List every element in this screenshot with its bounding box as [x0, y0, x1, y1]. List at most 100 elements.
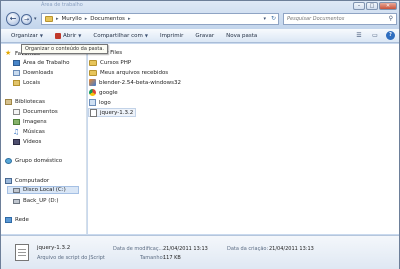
nav-music[interactable]: ♫ Músicas: [13, 128, 45, 136]
hard-drive-icon: [13, 187, 20, 193]
help-icon[interactable]: ?: [386, 31, 395, 40]
address-dropdown-icon[interactable]: ▾: [263, 16, 266, 22]
minimize-button[interactable]: –: [353, 2, 365, 10]
nav-computer[interactable]: Computador: [5, 177, 49, 185]
details-created-label: Data da criação:: [227, 246, 269, 252]
details-size-value: 117 KB: [163, 255, 181, 261]
title-bar: Área de trabalho – □ ✕ ← → ▾ ▸ Muryllo ▸…: [1, 1, 399, 29]
preview-pane-icon[interactable]: ▭: [370, 31, 380, 40]
network-icon: [5, 217, 12, 223]
blender-app-icon: [89, 79, 96, 86]
search-icon[interactable]: ⚲: [389, 15, 393, 22]
nav-local-disk-label: Disco Local (C:): [23, 187, 66, 193]
nav-homegroup-label: Grupo doméstico: [15, 158, 63, 164]
open-app-icon: [54, 32, 61, 39]
folder-icon: [89, 59, 97, 66]
file-list: ll User Files Cursos PHP Meus arquivos r…: [88, 44, 399, 234]
nav-libraries-label: Bibliotecas: [15, 99, 46, 105]
nav-local-disk[interactable]: Disco Local (C:): [7, 186, 79, 194]
burn-label: Gravar: [195, 32, 215, 39]
nav-documents-label: Documentos: [23, 109, 58, 115]
folder-icon: [89, 69, 97, 76]
nav-downloads[interactable]: Downloads: [13, 69, 53, 77]
videos-icon: [13, 139, 20, 145]
forward-arrow-icon: →: [23, 16, 30, 23]
nav-network-label: Rede: [15, 217, 29, 223]
nav-pictures[interactable]: Imagens: [13, 118, 47, 126]
list-item[interactable]: jquery-1.3.2: [88, 108, 137, 117]
list-item[interactable]: logo: [88, 98, 113, 107]
open-button[interactable]: Abrir ▼: [49, 29, 87, 43]
window-title: Área de trabalho: [41, 2, 83, 8]
nav-network[interactable]: Rede: [5, 216, 29, 224]
nav-videos[interactable]: Vídeos: [13, 138, 41, 146]
music-note-icon: ♫: [13, 128, 20, 136]
nav-documents[interactable]: Documentos: [13, 108, 58, 116]
window-controls: – □ ✕: [353, 2, 397, 10]
print-button[interactable]: Imprimir: [154, 29, 189, 43]
open-label: Abrir: [62, 32, 77, 39]
address-bar[interactable]: ▸ Muryllo ▸ Documentos ▸ ▾ ↻: [41, 13, 279, 25]
downloads-icon: [13, 70, 20, 76]
desktop-icon: [13, 60, 20, 66]
script-file-icon: [15, 244, 29, 261]
list-item[interactable]: google: [88, 88, 120, 97]
nav-backup-label: Back_UP (D:): [23, 198, 59, 204]
burn-button[interactable]: Gravar: [189, 29, 220, 43]
view-options-icon[interactable]: ☰: [354, 31, 364, 40]
maximize-button[interactable]: □: [366, 2, 378, 10]
organize-label: Organizar: [11, 32, 38, 39]
share-with-button[interactable]: Compartilhar com ▼: [87, 29, 154, 43]
search-box[interactable]: ⚲: [283, 13, 397, 25]
nav-music-label: Músicas: [23, 129, 45, 135]
toolbar-right-group: ☰ ▭ ?: [354, 31, 395, 40]
nav-pictures-label: Imagens: [23, 119, 47, 125]
new-folder-button[interactable]: Nova pasta: [220, 29, 263, 43]
command-bar: Organizar ▼ Abrir ▼ Compartilhar com ▼ I…: [1, 29, 399, 43]
details-size-label: Tamanho:: [140, 255, 165, 261]
chevron-down-icon: ▼: [39, 33, 43, 38]
list-item[interactable]: Cursos PHP: [88, 58, 133, 67]
details-created-value: 21/04/2011 13:13: [269, 246, 314, 252]
details-modified-value: 21/04/2011 13:13: [163, 246, 208, 252]
nav-videos-label: Vídeos: [23, 139, 42, 145]
list-item[interactable]: Meus arquivos recebidos: [88, 68, 170, 77]
nav-libraries[interactable]: Bibliotecas: [5, 98, 45, 106]
computer-icon: [5, 178, 12, 184]
nav-desktop[interactable]: Área de Trabalho: [13, 59, 69, 67]
breadcrumb-muryllo[interactable]: Muryllo: [62, 16, 82, 22]
file-name: Meus arquivos recebidos: [100, 69, 169, 76]
organize-button[interactable]: Organizar ▼: [1, 29, 49, 43]
close-button[interactable]: ✕: [379, 2, 397, 10]
explorer-window: Área de trabalho – □ ✕ ← → ▾ ▸ Muryllo ▸…: [0, 0, 400, 269]
breadcrumb-documentos[interactable]: Documentos: [90, 16, 125, 22]
nav-computer-label: Computador: [15, 178, 50, 184]
documents-icon: [13, 109, 20, 115]
share-label: Compartilhar com: [93, 32, 143, 39]
nav-homegroup[interactable]: Grupo doméstico: [5, 157, 62, 165]
details-file-name: jquery-1.3.2: [37, 245, 71, 251]
list-item[interactable]: blender-2.54-beta-windows32: [88, 78, 183, 87]
search-input[interactable]: [287, 16, 385, 22]
back-arrow-icon: ←: [9, 14, 17, 23]
star-icon: ★: [5, 49, 12, 57]
nav-downloads-label: Downloads: [23, 70, 54, 76]
file-name: jquery-1.3.2: [100, 109, 134, 116]
back-button[interactable]: ←: [6, 12, 20, 26]
nav-backup[interactable]: Back_UP (D:): [13, 197, 59, 205]
refresh-icon[interactable]: ↻: [271, 15, 276, 22]
homegroup-icon: [5, 158, 12, 164]
nav-places[interactable]: Locais: [13, 79, 40, 87]
print-label: Imprimir: [159, 32, 184, 39]
breadcrumb-separator-icon: ▸: [127, 16, 131, 22]
hard-drive-icon: [13, 198, 20, 204]
nav-desktop-label: Área de Trabalho: [23, 60, 70, 66]
details-pane: jquery-1.3.2 Arquivo de script do JScrip…: [1, 235, 399, 269]
new-folder-label: Nova pasta: [226, 32, 258, 39]
file-name: blender-2.54-beta-windows32: [99, 79, 182, 86]
details-file-type: Arquivo de script do JScript: [37, 255, 105, 261]
forward-button[interactable]: →: [21, 14, 32, 25]
image-file-icon: [89, 99, 96, 106]
recent-pages-dropdown-icon[interactable]: ▾: [34, 16, 37, 22]
organize-tooltip: Organizar o conteúdo da pasta.: [21, 44, 108, 54]
